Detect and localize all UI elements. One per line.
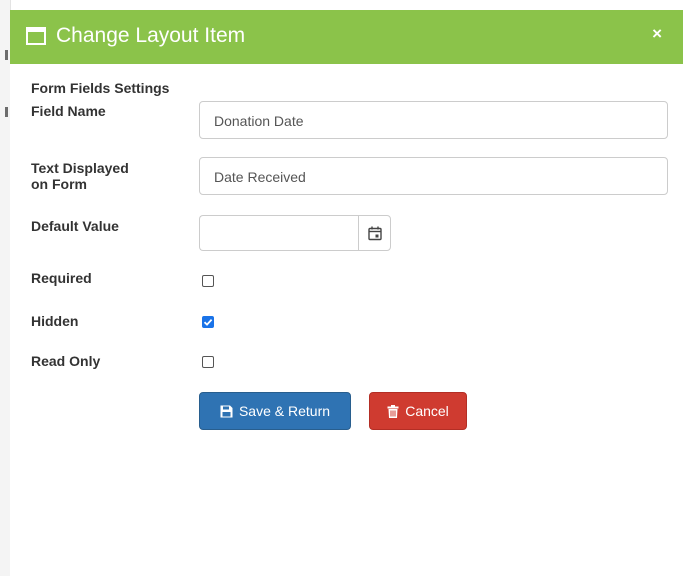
text-displayed-label-line2: on Form — [31, 176, 87, 192]
required-label: Required — [31, 270, 92, 286]
checkmark-icon — [203, 318, 212, 326]
cancel-label: Cancel — [405, 403, 449, 419]
change-layout-item-dialog: Change Layout Item × Form Fields Setting… — [10, 10, 683, 576]
text-displayed-label: Text Displayed on Form — [31, 160, 129, 192]
required-checkbox[interactable] — [202, 275, 214, 287]
text-displayed-input[interactable]: Date Received — [199, 157, 668, 195]
close-button[interactable]: × — [652, 24, 662, 44]
save-return-button[interactable]: Save & Return — [199, 392, 351, 430]
window-icon — [26, 27, 46, 45]
cancel-button[interactable]: Cancel — [369, 392, 467, 430]
default-value-label: Default Value — [31, 218, 119, 234]
dialog-title-bar: Change Layout Item × — [10, 10, 683, 64]
field-name-input[interactable]: Donation Date — [199, 101, 668, 139]
floppy-disk-icon — [220, 405, 233, 417]
field-name-label: Field Name — [31, 103, 106, 119]
save-return-label: Save & Return — [238, 403, 331, 419]
hidden-label: Hidden — [31, 313, 79, 329]
section-title: Form Fields Settings — [31, 80, 170, 96]
hidden-checkbox[interactable] — [202, 316, 214, 328]
default-value-input[interactable] — [199, 215, 358, 251]
dialog-title: Change Layout Item — [56, 24, 246, 47]
text-displayed-label-line1: Text Displayed — [31, 160, 129, 176]
calendar-button[interactable] — [358, 215, 391, 251]
read-only-label: Read Only — [31, 353, 101, 369]
trash-icon — [387, 404, 399, 418]
read-only-checkbox[interactable] — [202, 356, 214, 368]
calendar-icon — [368, 226, 382, 241]
